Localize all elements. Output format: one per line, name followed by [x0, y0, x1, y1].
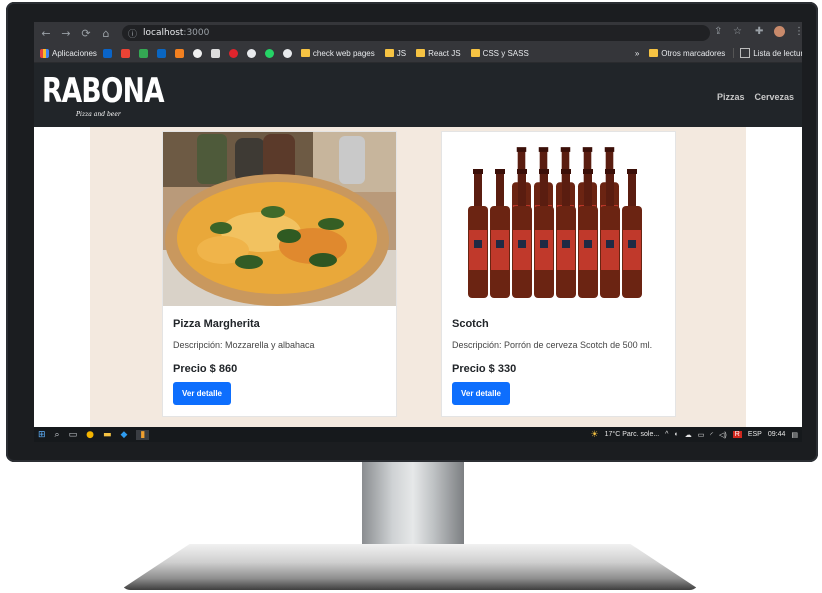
- language-indicator[interactable]: ESP: [748, 431, 762, 438]
- windows-start-icon[interactable]: ⊞: [38, 430, 46, 440]
- brand-logo[interactable]: RABONA: [42, 71, 165, 111]
- products-section: Pizza Margherita Descripción: Mozzarella…: [90, 127, 746, 427]
- orange-app-icon: [174, 48, 184, 58]
- wifi-icon[interactable]: ◜: [710, 431, 713, 439]
- file-explorer-icon[interactable]: ▬: [103, 430, 112, 440]
- bookmark-icon-github[interactable]: [192, 48, 205, 58]
- notifications-icon[interactable]: ▤: [791, 431, 798, 439]
- product-card: Pizza Margherita Descripción: Mozzarella…: [162, 131, 397, 417]
- product-title: Scotch: [452, 318, 489, 330]
- product-description: Descripción: Mozzarella y albahaca: [173, 340, 315, 350]
- cloud-icon[interactable]: ☁: [685, 431, 692, 439]
- dev-icon: [210, 48, 220, 58]
- site-header: RABONA Pizza and beer Pizzas Cervezas: [34, 63, 802, 127]
- nav-link-cervezas[interactable]: Cervezas: [754, 92, 794, 102]
- linkedin-icon: [156, 48, 166, 58]
- product-card: Scotch Descripción: Porrón de cerveza Sc…: [441, 131, 676, 417]
- bookmark-icon-linkedin[interactable]: [156, 48, 169, 58]
- antivirus-icon[interactable]: R: [732, 431, 742, 438]
- reload-icon[interactable]: ⟳: [78, 25, 94, 41]
- chrome-icon[interactable]: ●: [86, 430, 94, 440]
- web-page: RABONA Pizza and beer Pizzas Cervezas Pi…: [34, 63, 802, 427]
- taskbar: ⊞ ⌕ ▭ ● ▬ ◆ ▮ ☀ 17°C Parc. sole... ^ ◐ ☁…: [34, 427, 802, 442]
- globe-icon: [246, 48, 256, 58]
- bookmark-check-web-pages[interactable]: check web pages: [300, 49, 375, 58]
- bookmark-icon-globe1[interactable]: [246, 48, 259, 58]
- red-app-icon: [228, 48, 238, 58]
- reading-list-icon: [740, 48, 751, 58]
- bookmarks-bar: Aplicaciones check web pages JS React JS…: [34, 44, 802, 63]
- outlook-icon: [102, 48, 112, 58]
- back-icon[interactable]: ←: [38, 25, 54, 41]
- bookmark-icon-drive[interactable]: [138, 48, 151, 58]
- app-icon[interactable]: ▮: [136, 429, 150, 440]
- system-tray: ☀ 17°C Parc. sole... ^ ◐ ☁ ▭ ◜ ◁) R ESP …: [591, 427, 798, 442]
- network-icon[interactable]: ◐: [674, 431, 678, 438]
- pizza-image-svg: [163, 132, 396, 306]
- product-price: Precio $ 330: [452, 363, 517, 375]
- bookmark-icon-gmail[interactable]: [120, 48, 133, 58]
- bookmark-react-js[interactable]: React JS: [416, 49, 461, 58]
- chevron-up-icon[interactable]: ^: [665, 431, 668, 438]
- reading-list[interactable]: Lista de lectura: [733, 48, 802, 58]
- monitor-frame: ← → ⟳ ⌂ ⓘ localhost:3000 ⇪ ☆ ✚ ⋮ Aplicac…: [6, 2, 818, 462]
- bookmark-css-sass[interactable]: CSS y SASS: [470, 49, 529, 58]
- product-description: Descripción: Porrón de cerveza Scotch de…: [452, 340, 653, 350]
- share-icon[interactable]: ⇪: [714, 26, 722, 37]
- menu-icon[interactable]: ⋮: [794, 26, 802, 37]
- drive-icon: [138, 48, 148, 58]
- bookmark-icon-outlook[interactable]: [102, 48, 115, 58]
- pizza-image: [163, 132, 396, 306]
- star-icon[interactable]: ☆: [733, 26, 742, 37]
- bookmark-js[interactable]: JS: [384, 49, 406, 58]
- beer-bottles-image-svg: [442, 132, 675, 306]
- github-icon: [192, 48, 202, 58]
- vscode-icon[interactable]: ◆: [120, 430, 127, 440]
- bookmark-apps[interactable]: Aplicaciones: [40, 48, 97, 58]
- search-icon[interactable]: ⌕: [55, 430, 60, 440]
- bookmark-icon-whatsapp[interactable]: [264, 48, 277, 58]
- nav-link-pizzas[interactable]: Pizzas: [717, 92, 745, 102]
- folder-icon: [649, 49, 659, 57]
- site-nav: Pizzas Cervezas: [717, 92, 794, 102]
- bookmark-icon-red[interactable]: [228, 48, 241, 58]
- bookmark-icon-globe2[interactable]: [282, 48, 295, 58]
- view-detail-button[interactable]: Ver detalle: [452, 382, 510, 405]
- address-bar[interactable]: ⓘ localhost:3000: [122, 25, 710, 41]
- whatsapp-icon: [264, 48, 274, 58]
- globe-icon: [282, 48, 292, 58]
- bookmark-icon-orange[interactable]: [174, 48, 187, 58]
- folder-icon: [384, 49, 394, 57]
- home-icon[interactable]: ⌂: [98, 25, 114, 41]
- view-detail-button[interactable]: Ver detalle: [173, 382, 231, 405]
- folder-icon: [416, 49, 426, 57]
- weather-icon: ☀: [590, 429, 599, 439]
- folder-icon: [300, 49, 310, 57]
- bookmark-icon-dev[interactable]: [210, 48, 223, 58]
- weather-text[interactable]: 17°C Parc. sole...: [605, 431, 660, 438]
- brand-tagline: Pizza and beer: [76, 111, 121, 118]
- task-view-icon[interactable]: ▭: [69, 430, 78, 440]
- product-title: Pizza Margherita: [173, 318, 260, 330]
- forward-icon[interactable]: →: [58, 25, 74, 41]
- clock[interactable]: 09:44: [768, 431, 786, 438]
- folder-icon: [470, 49, 480, 57]
- address-url: localhost:3000: [143, 28, 210, 38]
- bookmark-other[interactable]: Otros marcadores: [649, 49, 725, 58]
- more-bookmarks-button[interactable]: »: [635, 49, 639, 58]
- battery-icon[interactable]: ▭: [698, 431, 705, 439]
- apps-grid-icon: [40, 48, 49, 58]
- product-price: Precio $ 860: [173, 363, 238, 375]
- site-info-icon[interactable]: ⓘ: [128, 27, 137, 40]
- extensions-icon[interactable]: ✚: [755, 26, 763, 37]
- beer-bottles-image: [442, 132, 675, 306]
- volume-icon[interactable]: ◁): [719, 431, 727, 439]
- monitor-stand-base: [120, 544, 700, 590]
- gmail-icon: [120, 48, 130, 58]
- profile-avatar[interactable]: [774, 26, 785, 37]
- screen: ← → ⟳ ⌂ ⓘ localhost:3000 ⇪ ☆ ✚ ⋮ Aplicac…: [34, 22, 802, 442]
